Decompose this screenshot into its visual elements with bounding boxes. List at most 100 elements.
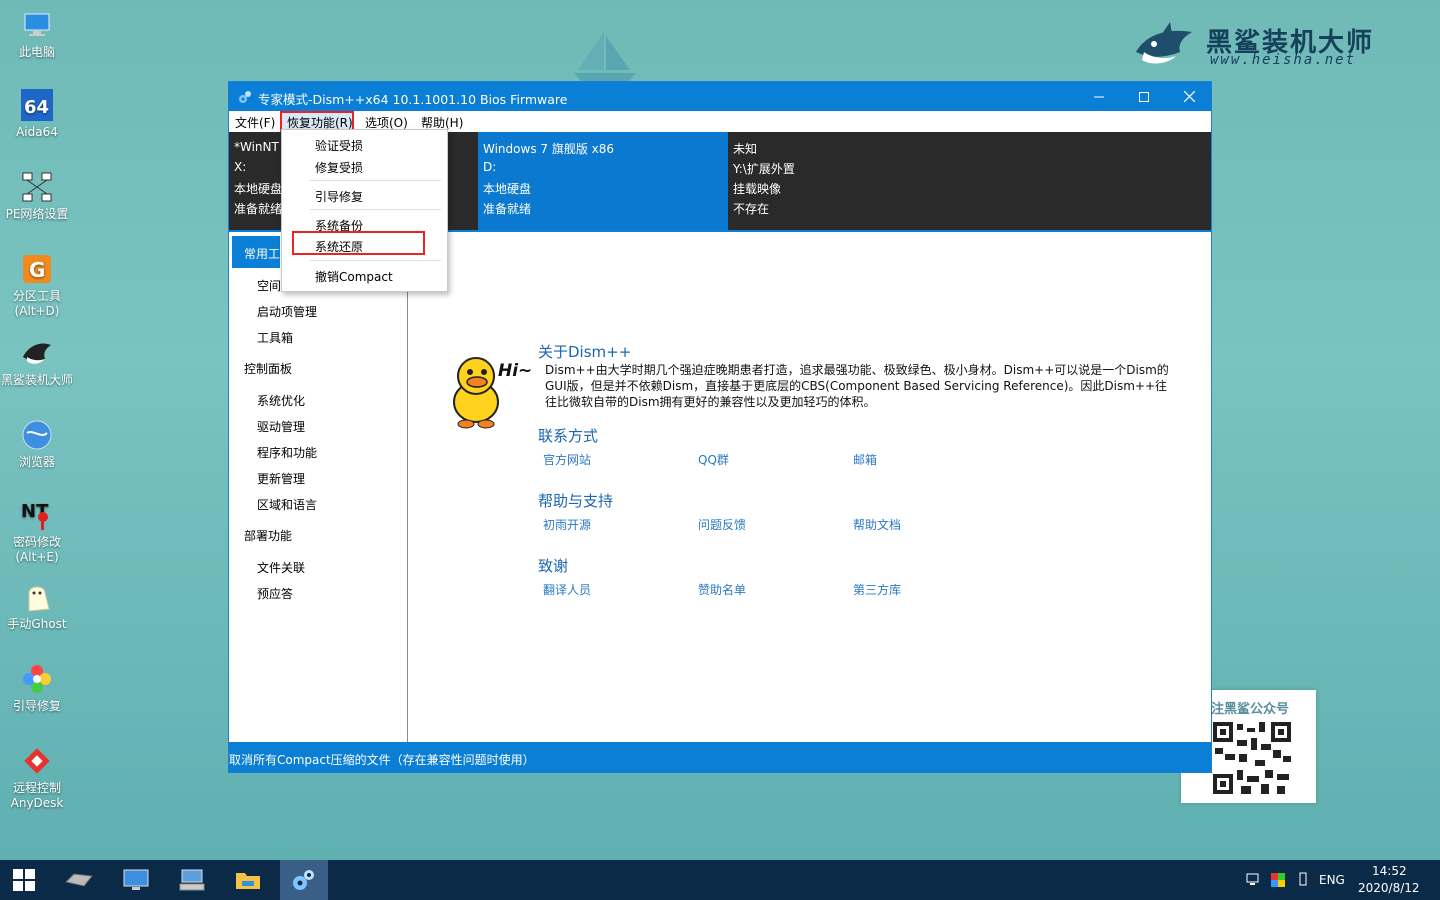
desktop-icon-label: 此电脑 xyxy=(18,45,55,59)
desktop-icon-boot-repair[interactable]: 引导修复 xyxy=(0,662,74,714)
gear-app-icon xyxy=(293,870,314,890)
taskbar-computer-manager[interactable] xyxy=(112,860,160,900)
minimize-icon xyxy=(1094,96,1104,97)
usb-tray-icon[interactable] xyxy=(1298,872,1308,888)
close-icon xyxy=(1183,91,1195,102)
close-button[interactable] xyxy=(1166,82,1212,111)
disk-state: 准备就绪 xyxy=(234,202,283,216)
disk-state: 准备就绪 xyxy=(483,202,532,216)
link-open-source[interactable]: 初雨开源 xyxy=(543,516,591,533)
desktop-icon-label: 密码修改 (Alt+E) xyxy=(12,535,61,564)
sidebar-item-optimize[interactable]: 系统优化 xyxy=(257,392,305,409)
maximize-icon xyxy=(1139,91,1149,102)
desktop-icon-label: 分区工具 (Alt+D) xyxy=(12,289,61,318)
menu-item-boot-repair[interactable]: 引导修复 xyxy=(315,188,363,205)
disk-drive: X: xyxy=(234,160,247,174)
menu-item-repair-damage[interactable]: 修复受损 xyxy=(315,159,363,176)
disk-name: 未知 xyxy=(733,142,758,156)
color-tray-icon[interactable] xyxy=(1271,873,1285,887)
taskbar-file-explorer[interactable] xyxy=(224,860,272,900)
network-tray-icon[interactable] xyxy=(1246,873,1262,887)
sidebar-group-label: 常用工 xyxy=(244,247,281,261)
qr-code-icon xyxy=(1211,720,1293,796)
menu-item-system-restore[interactable]: 系统还原 xyxy=(315,238,363,255)
anydesk-icon xyxy=(20,744,54,778)
desktop-icon-label: 手动Ghost xyxy=(7,617,67,631)
desktop-icon-ghost[interactable]: 手动Ghost xyxy=(0,580,74,632)
ghost-icon xyxy=(20,580,54,614)
sidebar-item-region[interactable]: 区域和语言 xyxy=(257,496,317,513)
about-panel: Hi~ 关于Dism++ Dism++由大学时期几个强迫症晚期患者打造，追求最强… xyxy=(408,232,1211,742)
taskbar-keyboard-tool[interactable] xyxy=(168,860,216,900)
link-third-party[interactable]: 第三方库 xyxy=(853,581,901,598)
hi-text: Hi~ xyxy=(498,361,532,381)
recovery-dropdown-menu: 验证受损 修复受损 引导修复 系统备份 系统还原 撤销Compact xyxy=(281,129,448,292)
about-title: 关于Dism++ xyxy=(538,343,632,361)
menu-file[interactable]: 文件(F) xyxy=(235,114,275,131)
clock-date[interactable]: 2020/8/12 xyxy=(1358,881,1420,895)
menu-item-undo-compact[interactable]: 撤销Compact xyxy=(315,268,393,285)
link-feedback[interactable]: 问题反馈 xyxy=(698,516,746,533)
link-email[interactable]: 邮箱 xyxy=(853,451,877,468)
link-qq-group[interactable]: QQ群 xyxy=(698,451,729,468)
folder-icon xyxy=(236,873,260,889)
window-titlebar[interactable]: 专家模式-Dism++x64 10.1.1001.10 Bios Firmwar… xyxy=(229,82,1211,111)
sidebar-item-programs[interactable]: 程序和功能 xyxy=(257,444,317,461)
monitor-icon xyxy=(123,869,149,890)
link-translators[interactable]: 翻译人员 xyxy=(543,581,591,598)
desktop-icon-aida64[interactable]: 64 Aida64 xyxy=(0,88,74,140)
desktop-icon-label: PE网络设置 xyxy=(5,207,69,221)
maximize-button[interactable] xyxy=(1121,82,1167,111)
sidebar-group-control-panel[interactable]: 控制面板 xyxy=(244,360,292,377)
sidebar-item-updates[interactable]: 更新管理 xyxy=(257,470,305,487)
desktop-icon-pe-network[interactable]: PE网络设置 xyxy=(0,170,74,222)
minimize-button[interactable] xyxy=(1076,82,1122,111)
taskbar-disk-tool[interactable] xyxy=(55,860,103,900)
clock-time[interactable]: 14:52 xyxy=(1372,864,1407,878)
sidebar-item-startup[interactable]: 启动项管理 xyxy=(257,303,317,320)
desktop-icon-this-pc[interactable]: 此电脑 xyxy=(0,8,74,60)
sidebar-item-drivers[interactable]: 驱动管理 xyxy=(257,418,305,435)
desktop-icon-label: 引导修复 xyxy=(12,699,61,713)
desktop-icon-partition[interactable]: G 分区工具 (Alt+D) xyxy=(0,252,74,319)
link-help-docs[interactable]: 帮助文档 xyxy=(853,516,901,533)
contact-title: 联系方式 xyxy=(538,427,599,445)
disk-item-selected[interactable]: Windows 7 旗舰版 x86 D: 本地硬盘 准备就绪 xyxy=(478,132,728,230)
sidebar-item-file-assoc[interactable]: 文件关联 xyxy=(257,559,305,576)
start-button[interactable] xyxy=(0,860,48,900)
disk-drive: D: xyxy=(483,160,497,174)
link-official-site[interactable]: 官方网站 xyxy=(543,451,591,468)
desktop-icon-browser[interactable]: 浏览器 xyxy=(0,418,74,470)
desktop-icon-heisha[interactable]: 黑鲨装机大师 xyxy=(0,336,74,388)
boot-repair-icon xyxy=(20,662,54,696)
disk-item[interactable]: 未知 Y:\扩展外置 挂载映像 不存在 xyxy=(728,132,978,230)
language-indicator[interactable]: ENG xyxy=(1319,873,1345,887)
menu-separator xyxy=(310,209,441,210)
sidebar-item-answer-file[interactable]: 预应答 xyxy=(257,585,293,602)
link-sponsors[interactable]: 赞助名单 xyxy=(698,581,746,598)
disk-name: Windows 7 旗舰版 x86 xyxy=(483,142,615,156)
menu-item-verify-damage[interactable]: 验证受损 xyxy=(315,137,363,154)
desktop-icon-password[interactable]: NT 密码修改 (Alt+E) xyxy=(0,498,74,565)
svg-text:64: 64 xyxy=(24,97,49,118)
sidebar-group-deploy[interactable]: 部署功能 xyxy=(244,527,292,544)
partition-icon: G xyxy=(20,252,54,286)
desktop-icon-label: 远程控制 AnyDesk xyxy=(10,781,64,810)
sidebar-item-toolbox[interactable]: 工具箱 xyxy=(257,329,293,346)
hard-disk-icon xyxy=(65,873,93,887)
sidebar-item-space[interactable]: 空间 xyxy=(257,277,281,294)
password-icon: NT xyxy=(20,498,54,532)
svg-text:G: G xyxy=(29,258,45,282)
disk-type: 本地硬盘 xyxy=(234,182,283,196)
browser-icon xyxy=(20,418,54,452)
windows-logo-icon xyxy=(13,869,35,891)
shark-icon xyxy=(20,336,54,370)
sidebar-group-common-tools[interactable]: 常用工 xyxy=(232,236,280,268)
disk-type: 挂载映像 xyxy=(733,182,782,196)
gear-app-icon xyxy=(239,91,251,103)
sailboat-decoration xyxy=(574,32,636,82)
taskbar-dism[interactable] xyxy=(280,860,328,900)
menu-separator xyxy=(310,180,441,181)
sidebar: 常用工 空间 启动项管理 工具箱 控制面板 系统优化 驱动管理 程序和功能 更新… xyxy=(229,232,408,742)
desktop-icon-anydesk[interactable]: 远程控制 AnyDesk xyxy=(0,744,74,811)
